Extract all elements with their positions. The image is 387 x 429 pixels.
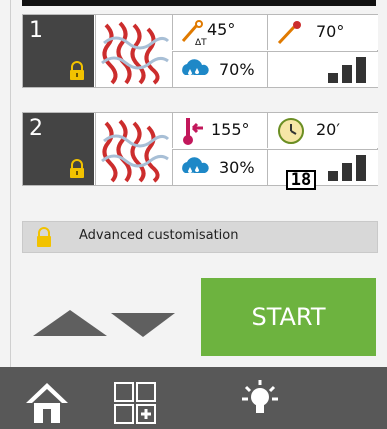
delta-temp-cell[interactable]: 45° ΔT	[172, 15, 267, 50]
lock-icon	[70, 159, 84, 178]
program-card-2[interactable]: 2 155° 30% 20′ 18	[22, 112, 378, 190]
temperature-value: 45°	[207, 20, 236, 39]
cabinet-temp-cell[interactable]: 155°	[172, 113, 267, 148]
humidity-cloud-icon	[182, 157, 209, 178]
cabinet-temp-value: 155°	[211, 120, 250, 139]
advanced-customisation-label: Advanced customisation	[79, 228, 239, 243]
timer-value: 20′	[316, 120, 340, 139]
power-bar-2	[342, 163, 352, 181]
left-divider	[10, 0, 11, 367]
light-bulb-icon[interactable]	[240, 379, 280, 423]
power-bar-3	[356, 155, 366, 181]
home-icon[interactable]	[24, 379, 70, 425]
lock-icon	[37, 227, 51, 247]
probe-temp-value: 70°	[316, 22, 345, 41]
power-level-bars	[328, 55, 368, 83]
humidity-cell[interactable]: 70%	[172, 51, 267, 87]
program-number: 1	[29, 18, 43, 43]
clock-icon	[278, 118, 304, 144]
program-index-panel: 1	[23, 15, 94, 87]
core-probe-icon	[277, 21, 301, 45]
program-number: 2	[29, 116, 43, 141]
program-index-panel: 2	[23, 113, 94, 185]
lock-icon	[70, 61, 84, 80]
program-card-1[interactable]: 1 45° ΔT 70% 70°	[22, 14, 378, 88]
power-level-bars	[328, 153, 368, 181]
start-button[interactable]: START	[201, 278, 376, 356]
power-bar-1	[328, 73, 338, 83]
steam-waves-icon	[95, 113, 172, 185]
bottom-navigation-bar	[0, 367, 387, 429]
thermometer-icon	[183, 118, 203, 145]
humidity-cloud-icon	[182, 59, 209, 80]
add-program-grid-icon[interactable]	[113, 381, 157, 425]
timer-cell[interactable]: 20′	[267, 113, 378, 148]
power-bar-1	[328, 171, 338, 181]
probe-temp-cell[interactable]: 70°	[267, 15, 378, 50]
humidity-value: 70%	[219, 60, 255, 79]
top-bar	[22, 0, 376, 6]
humidity-cell[interactable]: 30%	[172, 149, 267, 185]
power-bar-2	[342, 65, 352, 83]
advanced-customisation-row[interactable]: Advanced customisation	[22, 221, 378, 253]
power-cell[interactable]: 18	[267, 149, 378, 190]
steam-waves-icon	[95, 15, 172, 87]
power-cell[interactable]	[267, 51, 378, 87]
humidity-value: 30%	[219, 158, 255, 177]
scroll-up-arrow-icon[interactable]	[33, 310, 107, 336]
scroll-down-arrow-icon[interactable]	[111, 313, 175, 337]
level-badge: 18	[286, 170, 316, 190]
power-bar-3	[356, 57, 366, 83]
delta-t-label: ΔT	[195, 38, 207, 48]
